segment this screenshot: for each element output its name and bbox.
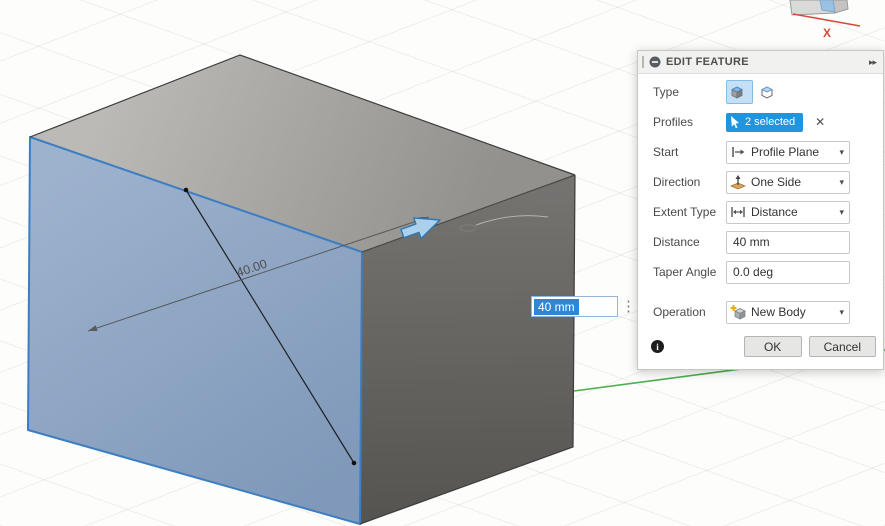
distance-icon [730, 204, 746, 220]
operation-dropdown[interactable]: New Body ▾ [726, 301, 850, 324]
type-label: Type [653, 85, 726, 99]
ok-button[interactable]: OK [744, 336, 802, 357]
x-axis-line [793, 14, 860, 26]
type-row: Type [638, 77, 883, 107]
start-dropdown[interactable]: Profile Plane ▾ [726, 141, 850, 164]
extrude-thin-icon [759, 84, 775, 100]
viewcube-highlight-face[interactable] [820, 0, 835, 12]
extrude-thin-button[interactable] [756, 80, 783, 104]
direction-dropdown[interactable]: One Side ▾ [726, 171, 850, 194]
dialog-grip[interactable] [642, 56, 644, 68]
dialog-title: EDIT FEATURE [666, 56, 869, 68]
chevron-down-icon: ▾ [839, 177, 844, 188]
extrude-solid-icon [729, 84, 745, 100]
profile-plane-icon [730, 144, 746, 160]
start-value: Profile Plane [751, 145, 836, 159]
viewport-canvas[interactable]: 40.00 X 40 mm ⋮ [0, 0, 885, 526]
operation-row: Operation New Body ▾ [638, 297, 883, 327]
taper-angle-label: Taper Angle [653, 265, 726, 279]
extent-type-value: Distance [751, 205, 836, 219]
extent-type-label: Extent Type [653, 205, 726, 219]
sketch-point-top[interactable] [184, 188, 189, 193]
taper-angle-row: Taper Angle [638, 257, 883, 287]
viewcube[interactable]: X [790, 0, 860, 40]
distance-input[interactable] [726, 231, 850, 254]
one-side-icon [730, 174, 746, 190]
dialog-footer: i OK Cancel [638, 327, 883, 369]
chevron-down-icon: ▾ [839, 147, 844, 158]
taper-angle-input[interactable] [726, 261, 850, 284]
operation-label: Operation [653, 305, 726, 319]
info-icon[interactable]: i [651, 340, 664, 353]
direction-row: Direction One Side ▾ [638, 167, 883, 197]
dialog-body: Type [638, 74, 883, 327]
profiles-row: Profiles 2 selected ✕ [638, 107, 883, 137]
x-axis-label: X [823, 26, 831, 40]
clear-selection-icon[interactable]: ✕ [815, 115, 825, 129]
dialog-header[interactable]: EDIT FEATURE ▸▸ [638, 51, 883, 74]
direction-label: Direction [653, 175, 726, 189]
profiles-selected-label: 2 selected [745, 116, 795, 128]
feature-icon [649, 56, 661, 68]
dimension-input-selected-text: 40 mm [534, 299, 579, 315]
extent-type-row: Extent Type Distance ▾ [638, 197, 883, 227]
new-body-icon [730, 304, 746, 320]
profiles-label: Profiles [653, 115, 726, 129]
operation-value: New Body [751, 305, 836, 319]
profiles-selected-chip[interactable]: 2 selected [726, 113, 803, 132]
start-row: Start Profile Plane ▾ [638, 137, 883, 167]
distance-row: Distance [638, 227, 883, 257]
cursor-icon [730, 116, 741, 129]
cancel-button[interactable]: Cancel [809, 336, 876, 357]
chevron-down-icon: ▾ [839, 307, 844, 318]
edit-feature-dialog: EDIT FEATURE ▸▸ Type [637, 50, 884, 370]
extent-type-dropdown[interactable]: Distance ▾ [726, 201, 850, 224]
sketch-point-bottom[interactable] [352, 461, 357, 466]
dimension-input[interactable]: 40 mm [531, 296, 618, 317]
dimension-input-drag-handle[interactable]: ⋮ [621, 295, 636, 318]
start-label: Start [653, 145, 726, 159]
extrude-solid-button[interactable] [726, 80, 753, 104]
expand-dialog-icon[interactable]: ▸▸ [869, 57, 876, 68]
direction-value: One Side [751, 175, 836, 189]
distance-label: Distance [653, 235, 726, 249]
chevron-down-icon: ▾ [839, 207, 844, 218]
